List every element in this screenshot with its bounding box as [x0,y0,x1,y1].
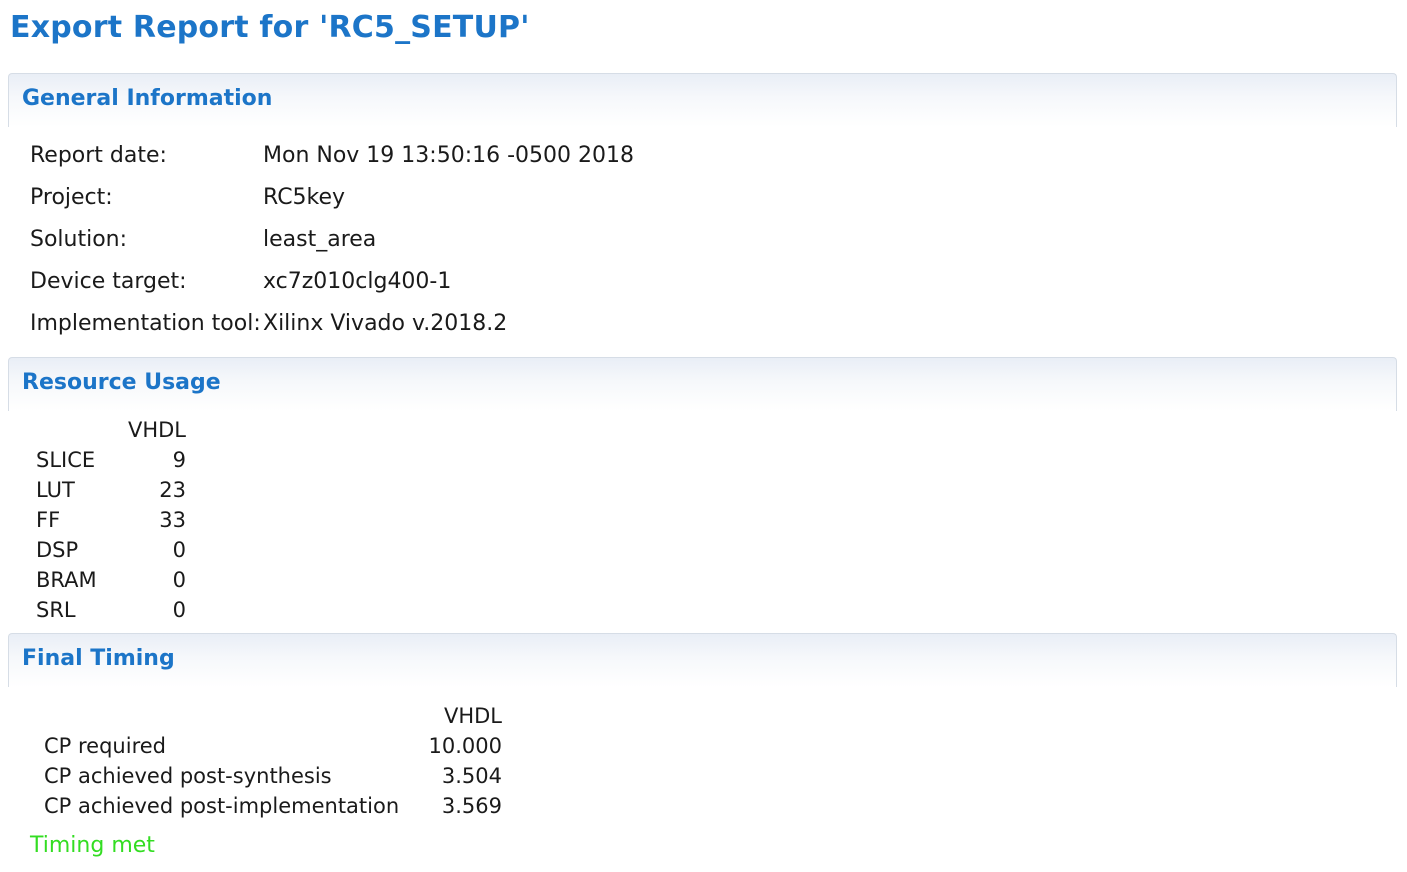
resource-name: DSP [36,538,79,562]
info-label: Project: [30,185,113,210]
info-value: Xilinx Vivado v.2018.2 [263,311,508,336]
info-value: Mon Nov 19 13:50:16 -0500 2018 [263,143,635,168]
resource-name: BRAM [36,568,97,592]
section-header-label: Final Timing [22,646,175,671]
info-label: Device target: [30,269,187,294]
info-row-solution: Solution: least_area [30,226,634,268]
info-value: least_area [263,227,377,252]
resource-name: FF [36,508,61,532]
info-value: xc7z010clg400-1 [263,269,452,294]
table-row: FF 33 [36,505,186,535]
column-header-vhdl: VHDL [443,704,502,728]
info-row-implementation-tool: Implementation tool: Xilinx Vivado v.201… [30,310,634,352]
resource-value: 0 [172,568,186,592]
info-label: Solution: [30,227,128,252]
timing-value: 3.569 [441,794,502,818]
section-general-information[interactable]: General Information [8,73,1397,127]
resource-value: 33 [159,508,186,532]
info-row-device-target: Device target: xc7z010clg400-1 [30,268,634,310]
section-final-timing[interactable]: Final Timing [8,633,1397,687]
info-value: RC5key [263,185,346,210]
resource-value: 0 [172,598,186,622]
table-row: CP required 10.000 [44,731,502,761]
table-row: CP achieved post-implementation 3.569 [44,791,502,821]
resource-value: 9 [172,448,186,472]
table-row: SRL 0 [36,595,186,625]
info-label: Report date: [30,143,167,168]
section-header-label: Resource Usage [22,370,221,395]
table-row: CP achieved post-synthesis 3.504 [44,761,502,791]
table-row: DSP 0 [36,535,186,565]
table-row: SLICE 9 [36,445,186,475]
info-row-report-date: Report date: Mon Nov 19 13:50:16 -0500 2… [30,142,634,184]
resource-usage-table: VHDL SLICE 9 LUT 23 FF 33 DSP 0 BRAM 0 S… [36,415,186,625]
table-header-row: VHDL [44,701,502,731]
resource-name: SRL [36,598,76,622]
info-row-project: Project: RC5key [30,184,634,226]
resource-value: 0 [172,538,186,562]
column-header-vhdl: VHDL [127,418,186,442]
resource-name: LUT [36,478,75,502]
info-label: Implementation tool: [30,311,261,336]
resource-name: SLICE [36,448,96,472]
timing-name: CP required [44,734,166,758]
timing-name: CP achieved post-synthesis [44,764,332,788]
table-row: LUT 23 [36,475,186,505]
final-timing-table: VHDL CP required 10.000 CP achieved post… [44,701,502,821]
general-info-list: Report date: Mon Nov 19 13:50:16 -0500 2… [30,142,634,352]
timing-status: Timing met [30,833,155,858]
section-header-label: General Information [22,86,273,111]
timing-value: 3.504 [441,764,502,788]
resource-value: 23 [159,478,186,502]
timing-name: CP achieved post-implementation [44,794,400,818]
timing-value: 10.000 [428,734,502,758]
section-resource-usage[interactable]: Resource Usage [8,357,1397,411]
page-title: Export Report for 'RC5_SETUP' [10,10,530,45]
table-header-row: VHDL [36,415,186,445]
table-row: BRAM 0 [36,565,186,595]
